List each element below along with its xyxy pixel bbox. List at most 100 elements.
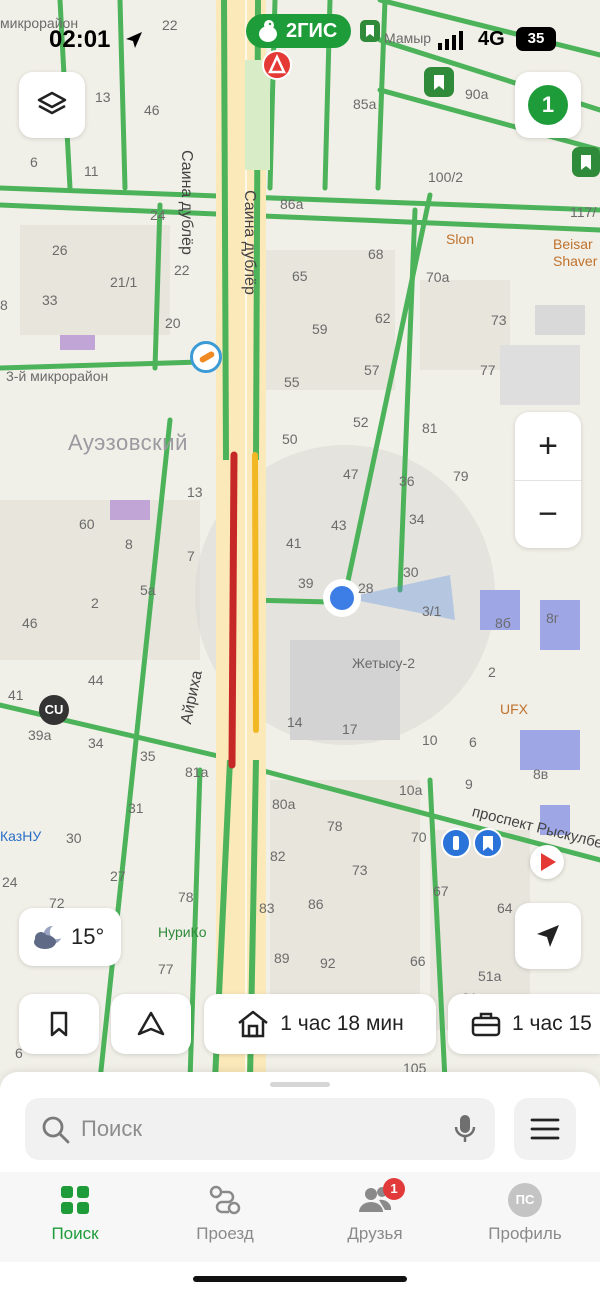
- building-number: 46: [22, 615, 38, 631]
- bottom-sheet: Поиск Проезд 1 Друзья: [0, 1072, 600, 1297]
- building-number: 85а: [353, 96, 377, 112]
- bookmark-pin-icon[interactable]: [473, 828, 503, 858]
- building-number: 28: [358, 580, 374, 596]
- tab-bar: Поиск Проезд 1 Друзья ПС Профиль: [0, 1172, 600, 1262]
- store-pin-icon[interactable]: CU: [39, 695, 69, 725]
- building-number: 8г: [546, 610, 559, 626]
- building-number: 77: [158, 961, 174, 977]
- poi-label[interactable]: КазНУ: [0, 828, 41, 844]
- route-work-duration: 1 час 15: [512, 1012, 592, 1035]
- building-number: 44: [88, 672, 104, 688]
- building-number: 57: [364, 362, 380, 378]
- building-number: 68: [368, 246, 384, 262]
- tab-route[interactable]: Проезд: [150, 1180, 300, 1256]
- tab-label: Друзья: [347, 1224, 403, 1243]
- notifications-button[interactable]: 1: [515, 72, 581, 138]
- building-number: 14: [287, 714, 303, 730]
- district-label: Ауэзовский: [68, 430, 188, 455]
- building-number: 20: [165, 315, 181, 331]
- building-number: 100/2: [428, 169, 464, 185]
- poi-label[interactable]: Slon: [446, 231, 474, 247]
- microphone-icon[interactable]: [453, 1113, 477, 1145]
- building-number: 79: [453, 468, 469, 484]
- building-number: 10а: [399, 782, 423, 798]
- direction-arrow-icon[interactable]: [530, 845, 564, 879]
- mall-pin-icon[interactable]: [190, 341, 222, 373]
- building-number: 65: [292, 268, 308, 284]
- layers-button[interactable]: [19, 72, 85, 138]
- building-number: 31: [128, 800, 144, 816]
- tab-friends[interactable]: 1 Друзья: [300, 1178, 450, 1256]
- area-label: 3-й микрорайон: [6, 368, 109, 384]
- weather-temperature: 15°: [71, 924, 105, 949]
- building-number: 39а: [28, 727, 52, 743]
- building-number: 7: [187, 548, 195, 564]
- building-number: 78: [327, 818, 343, 834]
- bookmark-pin-icon[interactable]: [360, 20, 380, 42]
- navigator-button[interactable]: [111, 994, 191, 1054]
- zoom-out-button[interactable]: −: [515, 480, 581, 548]
- building-number: 73: [491, 312, 507, 328]
- poi-label[interactable]: UFX: [500, 701, 528, 717]
- building-number: 50: [282, 431, 298, 447]
- building-number: 39: [298, 575, 314, 591]
- poi-label[interactable]: Beisar Shaver: [553, 236, 600, 270]
- street-label: Саина дублёр: [178, 150, 195, 255]
- building-number: 33: [42, 292, 58, 308]
- brand-badge[interactable]: 2ГИС: [246, 14, 352, 48]
- zoom-controls: + −: [515, 412, 581, 548]
- building-number: 78: [178, 889, 194, 905]
- building-number: 86: [308, 896, 324, 912]
- my-location-button[interactable]: [515, 903, 581, 969]
- zoom-in-button[interactable]: +: [515, 412, 581, 480]
- home-indicator: [193, 1276, 407, 1282]
- building-number: 60: [79, 516, 95, 532]
- zoom-divider: [515, 480, 581, 481]
- building-number: 73: [352, 862, 368, 878]
- building-number: 6: [469, 734, 477, 750]
- weather-widget[interactable]: 15°: [19, 908, 121, 966]
- tab-search[interactable]: Поиск: [0, 1180, 150, 1256]
- building-number: 55: [284, 374, 300, 390]
- building-number: 89: [274, 950, 290, 966]
- navigator-icon: [137, 1011, 165, 1036]
- tab-profile[interactable]: ПС Профиль: [450, 1180, 600, 1256]
- building-number: 30: [403, 564, 419, 580]
- building-number: 8: [0, 297, 8, 313]
- building-number: 11: [84, 163, 99, 179]
- building-number: 21/1: [110, 274, 138, 290]
- sheet-grabber[interactable]: [270, 1082, 330, 1087]
- building-number: 13: [95, 89, 111, 105]
- search-bar[interactable]: [25, 1098, 495, 1160]
- building-number: 2: [91, 595, 99, 611]
- building-number: 41: [8, 687, 24, 703]
- building-number: 34: [88, 735, 104, 751]
- building-number: 34: [409, 511, 425, 527]
- building-number: 86а: [280, 196, 304, 212]
- bookmarks-button[interactable]: [19, 994, 99, 1054]
- building-number: 8: [125, 536, 133, 552]
- building-number: 77: [480, 362, 496, 378]
- search-input[interactable]: [81, 1098, 441, 1160]
- building-number: 66: [410, 953, 426, 969]
- building-number: 82: [270, 848, 286, 864]
- status-bar: 02:01 2ГИС 4G 35: [0, 0, 600, 80]
- building-number: 5а: [140, 582, 156, 598]
- tab-label: Поиск: [51, 1224, 99, 1243]
- route-home-button[interactable]: 1 час 18 мин: [204, 994, 436, 1054]
- notification-count: 1: [528, 85, 568, 125]
- building-number: 6: [30, 154, 38, 170]
- poi-label[interactable]: НуриКо: [158, 924, 207, 940]
- drinks-pin-icon[interactable]: [441, 828, 471, 858]
- battery-level: 35: [516, 27, 556, 51]
- building-number: 35: [140, 748, 156, 764]
- building-number: 10: [422, 732, 438, 748]
- building-number: 2: [488, 664, 496, 680]
- building-number: 26: [52, 242, 68, 258]
- route-work-button[interactable]: 1 час 15: [448, 994, 600, 1054]
- building-number: 81: [422, 420, 438, 436]
- bookmark-pin-icon[interactable]: [572, 147, 600, 177]
- building-number: 27: [110, 868, 126, 884]
- building-number: 46: [144, 102, 160, 118]
- menu-button[interactable]: [514, 1098, 576, 1160]
